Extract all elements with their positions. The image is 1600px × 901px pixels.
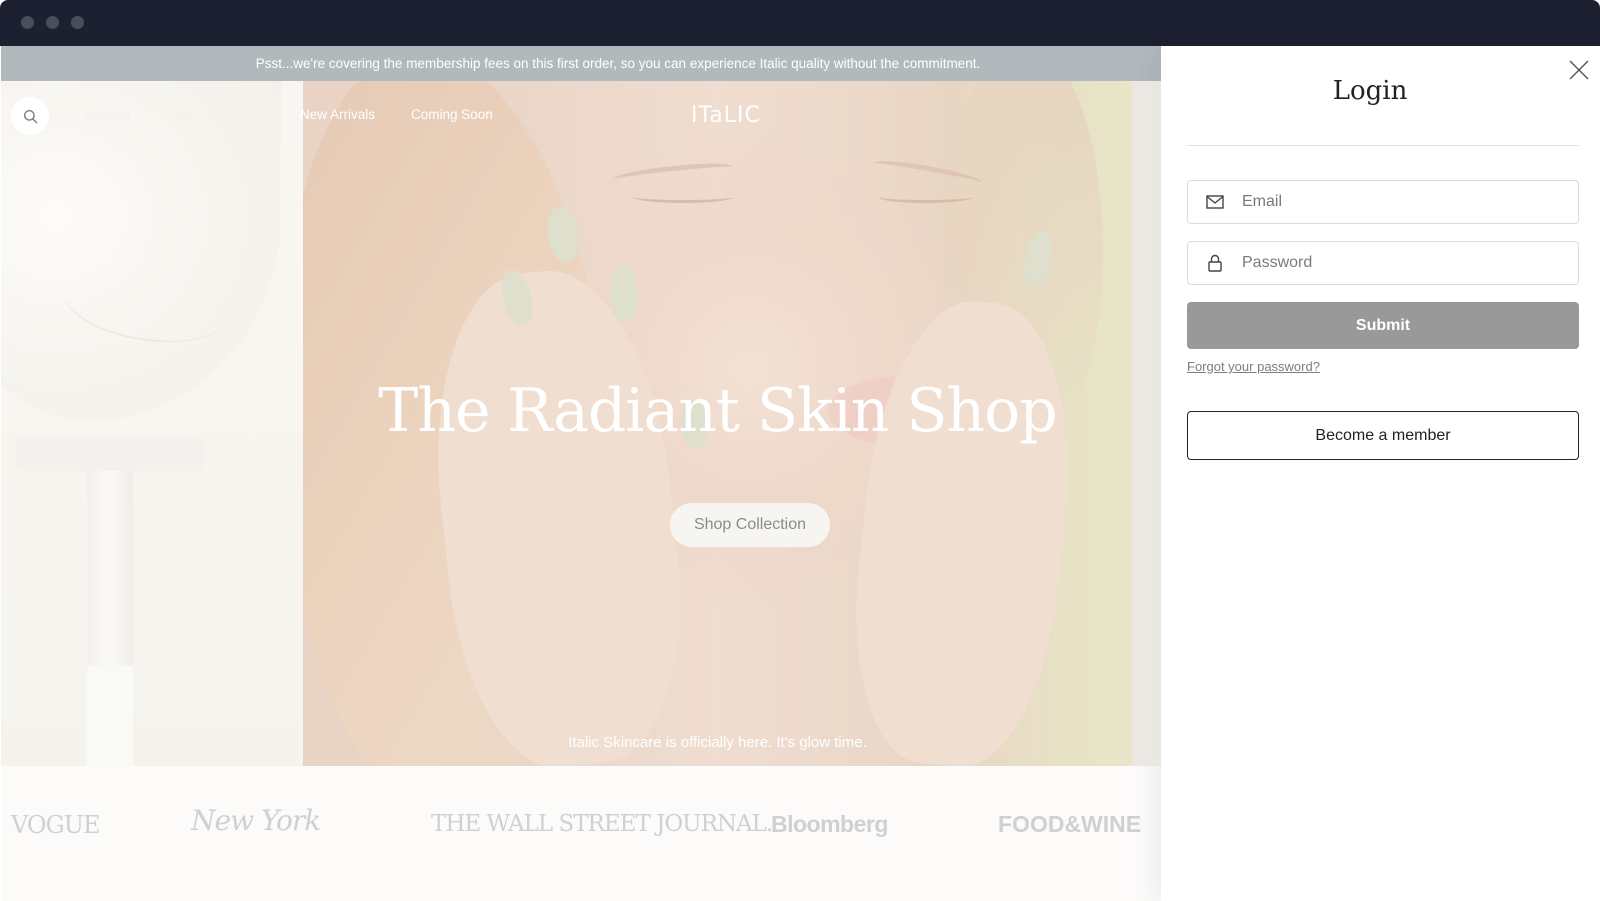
promo-text: Psst...we're covering the membership fee…: [255, 56, 981, 71]
press-logos-bar: VOGUE New York THE WALL STREET JOURNAL. …: [1, 766, 1161, 901]
password-field[interactable]: [1187, 241, 1579, 285]
password-input[interactable]: [1242, 254, 1562, 272]
nav-link-new-arrivals[interactable]: New Arrivals: [300, 107, 375, 122]
email-field[interactable]: [1187, 180, 1579, 224]
window-close-dot[interactable]: [21, 16, 34, 29]
nav-link-women[interactable]: Women: [84, 107, 130, 122]
hero-title: The Radiant Skin Shop: [378, 376, 1057, 446]
email-input[interactable]: [1242, 193, 1562, 211]
shop-collection-button[interactable]: Shop Collection: [670, 503, 830, 547]
window-maximize-dot[interactable]: [71, 16, 84, 29]
mail-icon: [1206, 195, 1224, 209]
press-logo-vogue: VOGUE: [11, 811, 101, 839]
window-minimize-dot[interactable]: [46, 16, 59, 29]
storefront-page: Psst...we're covering the membership fee…: [1, 46, 1161, 901]
submit-button[interactable]: Submit: [1187, 302, 1579, 349]
hero-subtitle: Italic Skincare is officially here. It's…: [568, 734, 867, 751]
login-title: Login: [1332, 76, 1408, 106]
become-member-button[interactable]: Become a member: [1187, 411, 1579, 460]
nav-link-home[interactable]: Home: [228, 107, 264, 122]
forgot-password-link[interactable]: Forgot your password?: [1187, 359, 1320, 374]
search-button[interactable]: [11, 97, 49, 135]
press-logo-bloomberg: Bloomberg: [771, 811, 888, 837]
login-drawer: Login Submit Forgot your password? Bec: [1161, 46, 1600, 901]
italic-logo[interactable]: ITaLIC: [691, 103, 761, 128]
promo-banner: Psst...we're covering the membership fee…: [1, 46, 1161, 81]
press-logo-wsj: THE WALL STREET JOURNAL.: [431, 811, 773, 837]
nav-link-coming-soon[interactable]: Coming Soon: [411, 107, 493, 122]
lock-icon: [1208, 254, 1222, 272]
main-nav: Women Men Home New Arrivals Coming Soon …: [1, 81, 1161, 149]
nav-link-men[interactable]: Men: [166, 107, 192, 122]
press-logo-new-york: New York: [191, 804, 321, 837]
login-divider: [1187, 145, 1579, 146]
press-logo-food-wine: FOOD&WINE: [998, 811, 1142, 837]
browser-window: Psst...we're covering the membership fee…: [0, 0, 1600, 901]
search-icon: [23, 109, 37, 123]
window-titlebar: [0, 0, 1600, 46]
